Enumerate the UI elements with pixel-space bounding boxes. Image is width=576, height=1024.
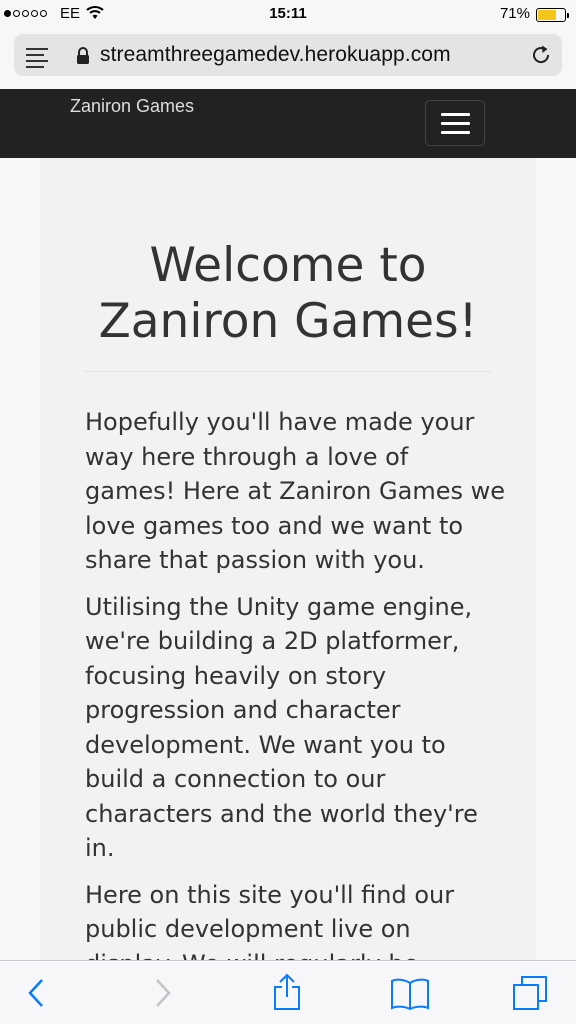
browser-address-area: streamthreegamedev.herokuapp.com — [0, 30, 576, 88]
url-text[interactable]: streamthreegamedev.herokuapp.com — [100, 43, 451, 67]
battery-tip — [567, 13, 569, 18]
reload-icon[interactable] — [530, 44, 552, 70]
battery-percent: 71% — [499, 5, 530, 22]
status-bar: EE 15:11 71% — [0, 0, 576, 30]
paragraph: Hopefully you'll have made your way here… — [85, 408, 505, 574]
hamburger-icon — [441, 113, 470, 116]
lock-icon — [76, 47, 90, 69]
battery-icon — [536, 8, 569, 22]
intro-text: Hopefully you'll have made your way here… — [85, 405, 505, 960]
paragraph: Here on this site you'll find our public… — [85, 880, 455, 961]
bookmarks-icon[interactable] — [390, 977, 430, 1015]
address-bar[interactable]: streamthreegamedev.herokuapp.com — [14, 34, 562, 76]
battery-level-fill — [538, 10, 556, 20]
paragraph: Utilising the Unity game engine, we're b… — [85, 592, 478, 863]
main-content: Welcome to Zaniron Games! Hopefully you'… — [40, 158, 536, 960]
share-icon[interactable] — [272, 973, 302, 1015]
tabs-icon[interactable] — [512, 975, 548, 1015]
page-title-line: Welcome to — [149, 238, 427, 293]
forward-chevron-icon — [153, 977, 173, 1013]
page-title-line: Zaniron Games! — [98, 294, 478, 349]
divider — [84, 371, 492, 372]
hamburger-icon — [441, 131, 470, 134]
page-title: Welcome to Zaniron Games! — [40, 238, 536, 350]
hamburger-icon — [441, 122, 470, 125]
navbar-toggle-button[interactable] — [425, 100, 485, 146]
clock: 15:11 — [269, 5, 307, 22]
navbar-brand[interactable]: Zaniron Games — [70, 96, 194, 117]
back-chevron-icon[interactable] — [26, 977, 46, 1013]
reader-mode-icon[interactable] — [26, 48, 48, 68]
browser-toolbar — [0, 960, 576, 1024]
